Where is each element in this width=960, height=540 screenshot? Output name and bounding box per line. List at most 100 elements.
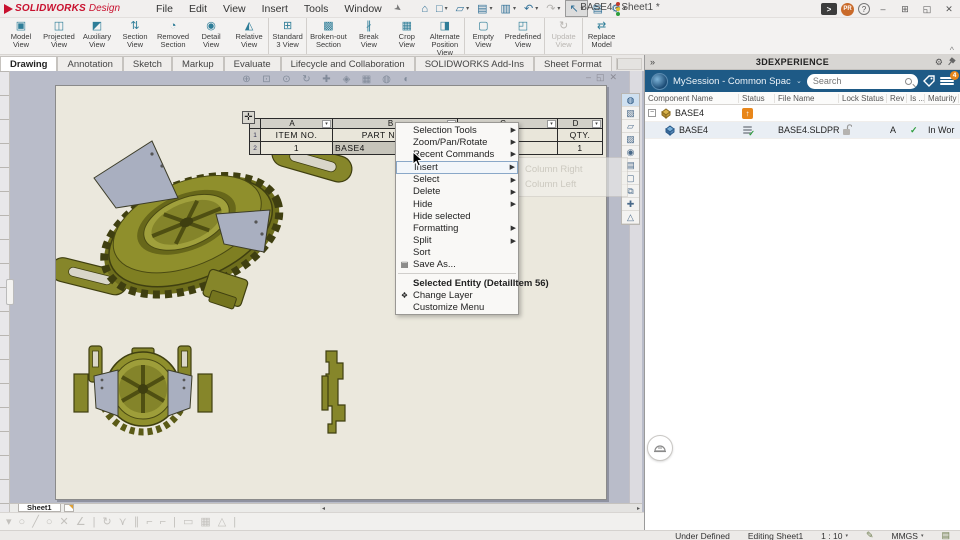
command-tab[interactable]: Annotation (57, 56, 122, 71)
3d-drawing-view-icon[interactable]: ◈ (338, 72, 355, 86)
edit-appearance-icon[interactable]: ◍ (378, 72, 395, 86)
close-icon[interactable]: ✕ (940, 2, 958, 17)
model-view-button[interactable]: ▣ Model View (2, 18, 40, 54)
alternate-position-view-button[interactable]: ◨ Alternate Position View (426, 18, 464, 54)
status-constraint[interactable]: Under Defined▾ (675, 531, 730, 540)
measure-icon[interactable]: △ (622, 211, 639, 224)
context-menu-item[interactable]: ▤ Save As... (396, 259, 518, 271)
doc-restore-icon[interactable]: ◱ (596, 72, 605, 83)
auxiliary-view-button[interactable]: ◩ Auxiliary View (78, 18, 116, 54)
column-dropdown-icon[interactable]: ▾ (547, 120, 556, 128)
command-tab[interactable]: Markup (172, 56, 224, 71)
layout-icon[interactable]: ⊞ (896, 2, 914, 17)
context-menu-item[interactable]: Hide ▶ (396, 198, 518, 210)
panel-gear-icon[interactable]: ⚙ (935, 57, 943, 68)
context-menu-item[interactable] (398, 273, 516, 276)
table-move-handle[interactable]: ✛ (242, 111, 255, 124)
context-menu-item[interactable]: Selected Entity (DetailItem 56) (396, 277, 518, 289)
drawing-sheet[interactable]: ✛ A▾ B▾ C▾ D▾ 1 ITEM NO. PART NUMBER QTY… (55, 85, 607, 500)
feature-tree-collapse-handle[interactable] (6, 279, 14, 305)
menu-item[interactable]: Edit (181, 1, 215, 17)
zoom-in-out-icon[interactable]: ⊙ (278, 72, 295, 86)
command-tab[interactable]: Sketch (123, 56, 172, 71)
menu-item[interactable]: Window (336, 1, 389, 17)
assistant-button[interactable] (647, 435, 673, 461)
context-menu-item[interactable]: Selection Tools ▶ (396, 124, 518, 136)
file-explorer-icon[interactable]: ▱ (622, 120, 639, 133)
sync-icon[interactable]: ✚ (622, 198, 639, 211)
projected-view-button[interactable]: ◫ Projected View (40, 18, 78, 54)
doc-minimize-icon[interactable]: – (586, 72, 591, 83)
menu-item[interactable]: Tools (296, 1, 337, 17)
column-header-a[interactable]: A▾ (261, 119, 333, 129)
column-header[interactable]: Component Name (645, 94, 739, 103)
search-icon[interactable] (905, 78, 912, 85)
minimize-icon[interactable]: – (874, 2, 892, 17)
relative-view-button[interactable]: ◭ Relative View (230, 18, 268, 54)
status-units[interactable]: MMGS▾ (892, 531, 924, 540)
new-document-icon[interactable]: □▾ (433, 2, 451, 16)
console-icon[interactable]: > (821, 3, 837, 15)
command-tab[interactable]: Drawing (0, 56, 57, 71)
crop-view-button[interactable]: ▦ Crop View (388, 18, 426, 54)
update-view-button[interactable]: ↻ Update View (544, 18, 582, 54)
collapse-toolbar-icon[interactable]: ^ (950, 45, 954, 539)
ghost-menu-item[interactable]: Column Right (509, 162, 627, 177)
component-row-part[interactable]: BASE4 ✓ BASE4.SLDPRT A ✓ In Wor (645, 122, 960, 139)
drawing-canvas[interactable]: ⊕⊡⊙↻✚◈▦◍◐ –◱✕ (0, 71, 644, 512)
user-avatar[interactable]: PR (841, 3, 854, 16)
column-header[interactable]: Status (739, 94, 775, 103)
standard-3-view-button[interactable]: ⊞ Standard 3 View (268, 18, 306, 54)
zoom-to-area-icon[interactable]: ⊡ (258, 72, 275, 86)
home-icon[interactable]: ⌂▾ (418, 2, 431, 16)
menu-item[interactable]: Insert (254, 1, 296, 17)
status-scale[interactable]: 1 : 10▾ (821, 531, 848, 540)
command-tab[interactable]: SOLIDWORKS Add-Ins (415, 56, 534, 71)
pan-icon[interactable]: ✚ (318, 72, 335, 86)
print-icon[interactable]: ▥▾ (498, 1, 519, 16)
tag-icon[interactable] (923, 75, 935, 87)
rotate-view-icon[interactable]: ↻ (298, 72, 315, 86)
menu-item[interactable]: File (148, 1, 181, 17)
column-header[interactable]: Rev (887, 94, 907, 103)
ghost-menu-item[interactable]: Column Left (509, 177, 627, 192)
context-menu-item[interactable]: ❖ Change Layer (396, 289, 518, 301)
context-menu-item[interactable]: Formatting ▶ (396, 222, 518, 234)
command-tab[interactable]: Sheet Format (534, 56, 612, 71)
section-view-button[interactable]: ⇅ Section View (116, 18, 154, 54)
removed-section-button[interactable]: ◔ Removed Section (154, 18, 192, 54)
command-tab[interactable]: Lifecycle and Collaboration (281, 56, 415, 71)
open-icon[interactable]: ▱▾ (453, 1, 472, 16)
menu-item[interactable]: View (215, 1, 254, 17)
context-menu-item[interactable]: Split ▶ (396, 235, 518, 247)
doc-close-icon[interactable]: ✕ (610, 72, 618, 83)
bom-cell[interactable]: 1 (558, 142, 603, 155)
context-menu-item[interactable]: Zoom/Pan/Rotate ▶ (396, 136, 518, 148)
bom-cell[interactable]: QTY. (558, 129, 603, 142)
context-menu-item[interactable]: Delete ▶ (396, 186, 518, 198)
column-dropdown-icon[interactable]: ▾ (322, 120, 331, 128)
status-editing[interactable]: Editing Sheet1▾ (748, 531, 803, 540)
context-menu-item[interactable]: Select ▶ (396, 174, 518, 186)
context-menu-item[interactable]: Sort (396, 247, 518, 259)
session-name[interactable]: MySession - Common Space (DS - ... (673, 76, 791, 87)
command-tab[interactable]: Evaluate (224, 56, 281, 71)
save-icon[interactable]: ▤▾ (474, 1, 495, 16)
bom-cell[interactable]: 1 (261, 142, 333, 155)
hide-show-items-icon[interactable]: ▦ (358, 72, 375, 86)
view-palette-icon[interactable]: ▨ (622, 133, 639, 146)
component-row-assembly[interactable]: − BASE4 ↑ (645, 105, 960, 122)
3dexperience-pane-icon[interactable]: ◍ (622, 94, 639, 107)
pin-menu-icon[interactable]: ➤ (387, 0, 408, 19)
break-view-button[interactable]: ∦ Break View (350, 18, 388, 54)
expand-collapse-icon[interactable]: − (648, 109, 656, 117)
replace-model-button[interactable]: ⇄ Replace Model (582, 18, 620, 54)
add-sheet-icon[interactable] (64, 504, 74, 512)
context-menu-item[interactable]: Customize Menu (396, 301, 518, 313)
search-box[interactable] (807, 74, 918, 89)
search-input[interactable] (813, 76, 905, 86)
help-icon[interactable]: ? (858, 3, 870, 15)
column-header[interactable]: Is ... (907, 94, 925, 103)
broken-out-section-button[interactable]: ▩ Broken-out Section (306, 18, 350, 54)
column-header[interactable]: File Name (775, 94, 839, 103)
